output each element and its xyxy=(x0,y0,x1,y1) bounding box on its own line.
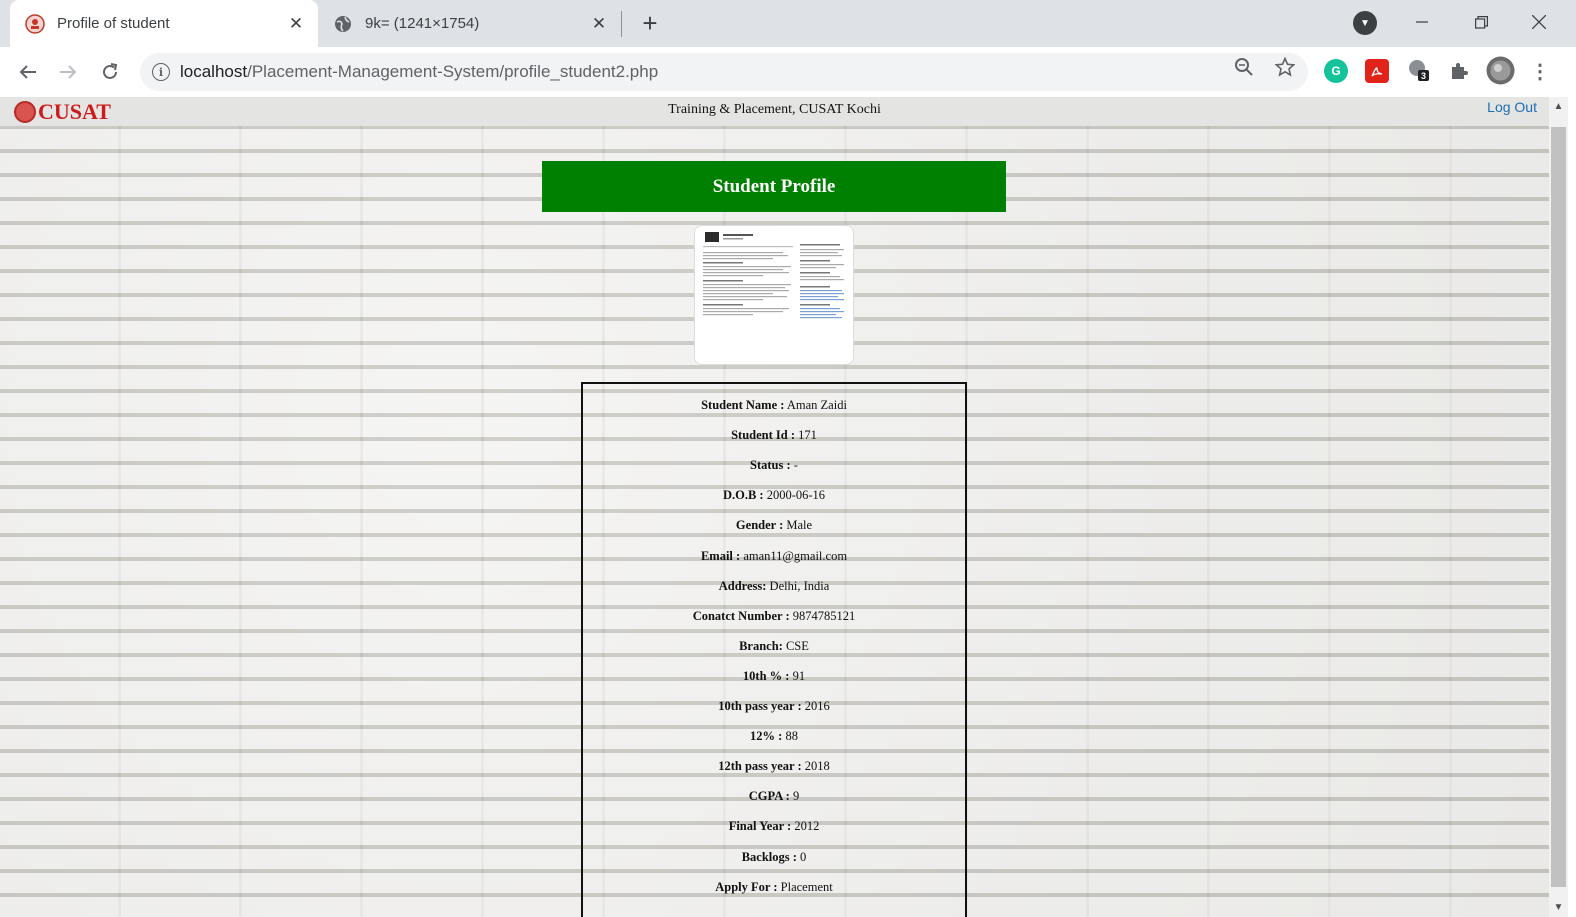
profile-field-row: Backlogs : 0 xyxy=(583,850,965,865)
field-label: 12% : xyxy=(750,729,783,744)
field-value: 0 xyxy=(800,849,807,864)
field-value: 2016 xyxy=(804,699,830,713)
extensions-puzzle-icon[interactable] xyxy=(1447,59,1471,83)
field-label: 12th pass year : xyxy=(718,759,802,774)
resume-thumbnail[interactable] xyxy=(694,225,854,365)
scroll-up-arrow-icon[interactable]: ▲ xyxy=(1549,101,1568,112)
field-value: 2000-06-16 xyxy=(766,488,826,503)
tab-profile-of-student[interactable]: Profile of student ✕ xyxy=(10,0,318,47)
scroll-down-arrow-icon[interactable]: ▼ xyxy=(1549,902,1568,913)
forward-arrow-icon[interactable] xyxy=(53,57,83,87)
site-title: Training & Placement, CUSAT Kochi xyxy=(668,102,881,117)
url-text: localhost/Placement-Management-System/pr… xyxy=(180,62,658,82)
adobe-pdf-extension-icon[interactable] xyxy=(1365,59,1389,83)
field-label: D.O.B : xyxy=(722,488,764,503)
profile-field-row: Status : - xyxy=(583,458,965,473)
url-host: localhost xyxy=(180,62,248,81)
profile-field-row: Student Name : Aman Zaidi xyxy=(583,398,965,413)
site-header: CUSAT Training & Placement, CUSAT Kochi … xyxy=(0,97,1549,126)
page-viewport: CUSAT Training & Placement, CUSAT Kochi … xyxy=(0,97,1549,917)
profile-field-row: Address: Delhi, India xyxy=(583,579,965,594)
tab-search-icon[interactable]: ▼ xyxy=(1353,11,1377,35)
close-window-icon[interactable] xyxy=(1511,0,1567,44)
field-label: Apply For : xyxy=(715,879,778,894)
restore-icon[interactable] xyxy=(1453,0,1509,44)
field-label: Branch: xyxy=(739,638,783,653)
site-info-icon[interactable]: i xyxy=(152,63,170,81)
field-value: 9874785121 xyxy=(792,608,856,623)
field-label: CGPA : xyxy=(748,789,790,804)
profile-field-row: Conatct Number : 9874785121 xyxy=(583,609,965,624)
bookmark-star-icon[interactable] xyxy=(1273,55,1297,79)
profile-field-row: Email : aman11@gmail.com xyxy=(583,549,965,564)
tab-title: 9k= (1241×1754) xyxy=(365,15,480,32)
field-value: 2012 xyxy=(794,819,820,834)
field-label: Address: xyxy=(718,578,767,593)
extension-with-badge-icon[interactable]: 3 xyxy=(1406,57,1430,81)
field-value: 2018 xyxy=(804,759,830,774)
logout-link[interactable]: Log Out xyxy=(1487,99,1537,115)
field-value: aman11@gmail.com xyxy=(743,548,848,563)
field-value: 88 xyxy=(785,729,798,744)
globe-icon xyxy=(333,14,353,34)
page-scrollbar[interactable]: ▲ ▼ xyxy=(1549,97,1568,917)
field-value: CSE xyxy=(785,638,809,653)
chrome-menu-icon[interactable]: ⋮ xyxy=(1528,59,1552,83)
cusat-favicon-icon xyxy=(25,13,45,34)
grammarly-extension-icon[interactable]: G xyxy=(1324,59,1348,83)
extension-badge-count: 3 xyxy=(1421,71,1426,81)
profile-field-row: 10th % : 91 xyxy=(583,669,965,684)
profile-field-row: Final Year : 2012 xyxy=(583,819,965,834)
profile-field-row: CGPA : 9 xyxy=(583,789,965,804)
field-label: 10th pass year : xyxy=(718,699,802,713)
field-label: Gender : xyxy=(735,518,784,533)
profile-field-row: 10th pass year : 2016 xyxy=(583,699,965,714)
tab-image[interactable]: 9k= (1241×1754) ✕ xyxy=(318,0,621,47)
field-value: Aman Zaidi xyxy=(786,398,847,412)
scroll-thumb[interactable] xyxy=(1551,127,1566,887)
field-label: Student Id : xyxy=(731,428,796,443)
profile-avatar-icon[interactable] xyxy=(1486,56,1515,85)
field-label: Backlogs : xyxy=(741,849,797,864)
field-label: 10th % : xyxy=(742,668,790,683)
minimize-icon[interactable] xyxy=(1394,0,1450,44)
field-label: Status : xyxy=(750,458,791,473)
field-value: 91 xyxy=(792,668,806,683)
new-tab-button[interactable]: + xyxy=(636,9,664,37)
field-label: Conatct Number : xyxy=(692,608,790,623)
close-tab-icon[interactable]: ✕ xyxy=(282,10,310,38)
reload-icon[interactable] xyxy=(95,57,125,87)
zoom-icon[interactable] xyxy=(1232,55,1256,79)
profile-field-row: Gender : Male xyxy=(583,518,965,533)
field-label: Student Name : xyxy=(701,398,785,412)
field-value: Delhi, India xyxy=(769,578,830,593)
url-path: /Placement-Management-System/profile_stu… xyxy=(247,62,659,81)
field-label: Final Year : xyxy=(728,819,792,834)
close-tab-icon[interactable]: ✕ xyxy=(585,10,613,38)
student-profile-heading: Student Profile xyxy=(542,161,1006,212)
student-details-box: Student Name : Aman Zaidi Student Id : 17… xyxy=(581,382,967,917)
profile-field-row: Student Id : 171 xyxy=(583,428,965,443)
address-bar[interactable]: i localhost/Placement-Management-System/… xyxy=(140,53,1308,91)
profile-field-row: 12% : 88 xyxy=(583,729,965,744)
profile-field-row: Apply For : Placement xyxy=(583,880,965,895)
field-value: Placement xyxy=(780,879,833,894)
browser-toolbar: i localhost/Placement-Management-System/… xyxy=(0,47,1576,97)
field-label: Email : xyxy=(700,548,741,563)
field-value: Male xyxy=(786,518,813,533)
tab-separator xyxy=(621,11,622,37)
profile-field-row: 12th pass year : 2018 xyxy=(583,759,965,774)
field-value: - xyxy=(793,458,798,473)
tab-title: Profile of student xyxy=(57,15,170,32)
profile-field-row: D.O.B : 2000-06-16 xyxy=(583,488,965,503)
profile-field-row: Branch: CSE xyxy=(583,639,965,654)
tab-strip: Profile of student ✕ 9k= (1241×1754) ✕ +… xyxy=(0,0,1576,47)
field-value: 9 xyxy=(792,789,800,804)
field-value: 171 xyxy=(798,428,817,443)
back-arrow-icon[interactable] xyxy=(13,57,43,87)
